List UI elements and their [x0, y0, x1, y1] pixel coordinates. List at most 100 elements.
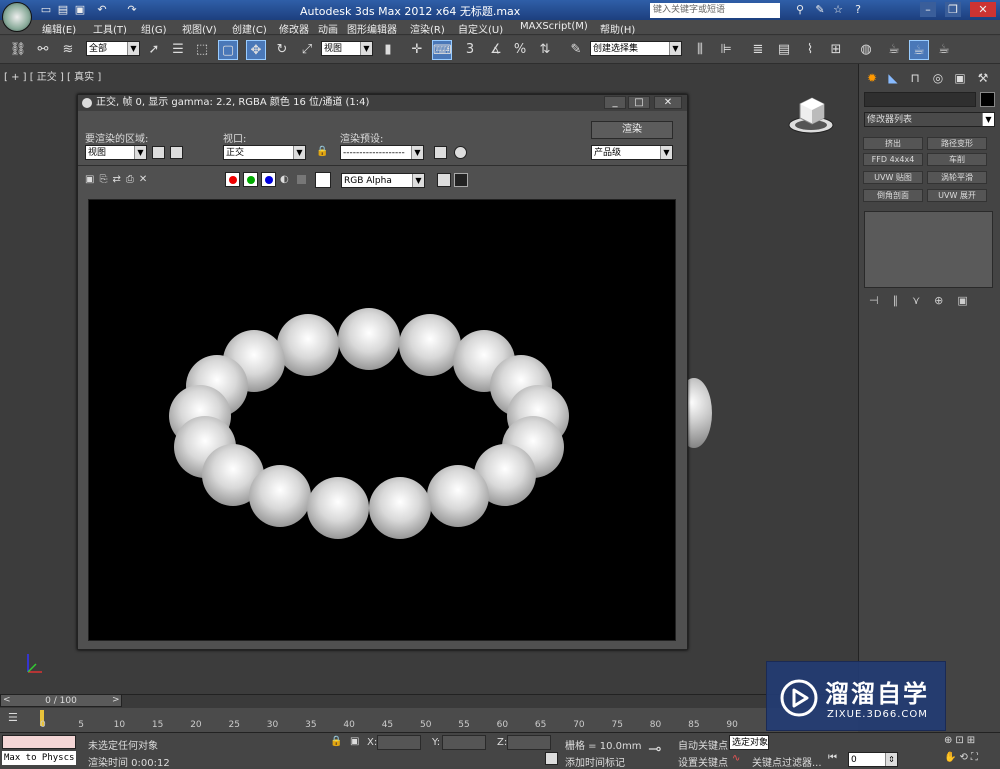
rect-selection-icon[interactable]: ⬚	[192, 40, 212, 60]
selection-filter-dropdown[interactable]: 全部 ▼	[86, 41, 140, 56]
render-close-button[interactable]: ✕	[654, 96, 682, 109]
menu-maxscript[interactable]: MAXScript(M)	[520, 21, 588, 32]
material-editor-icon[interactable]: ◍	[856, 40, 876, 60]
object-name-field[interactable]	[864, 92, 976, 107]
menu-views[interactable]: 视图(V)	[182, 21, 217, 36]
edit-named-selection-icon[interactable]: ✎	[566, 40, 586, 60]
menu-group[interactable]: 组(G)	[141, 21, 167, 36]
track-bar[interactable]: ☰ 0 5 10 15 20 25 30 35 40 45 50 55 60 65 70 75 80 85 90	[0, 708, 858, 732]
percent-snap-icon[interactable]: %	[510, 40, 530, 60]
auto-key-button[interactable]: 自动关键点	[678, 737, 728, 752]
menu-rendering[interactable]: 渲染(R)	[410, 21, 445, 36]
hierarchy-tab-icon[interactable]: ⊓	[906, 70, 924, 86]
render-preset-dropdown[interactable]: ------------------- ▼	[340, 145, 424, 160]
named-selection-dropdown[interactable]: 创建选择集 ▼	[590, 41, 682, 56]
red-channel-button[interactable]	[225, 172, 240, 187]
channel-display-dropdown[interactable]: RGB Alpha ▼	[341, 173, 425, 188]
modifier-ffd-button[interactable]: FFD 4x4x4	[863, 153, 923, 166]
time-slider[interactable]	[0, 694, 858, 708]
move-icon[interactable]: ✥	[246, 40, 266, 60]
display-tab-icon[interactable]: ▣	[951, 70, 969, 86]
modifier-unwrap-uvw-button[interactable]: UVW 展开	[927, 189, 987, 202]
render-setup-icon[interactable]	[434, 146, 447, 159]
modifier-turbosmooth-button[interactable]: 涡轮平滑	[927, 171, 987, 184]
mini-curve-editor-icon[interactable]: ☰	[8, 711, 24, 725]
help-icon[interactable]: ?	[850, 2, 866, 17]
save-icon[interactable]: ▣	[72, 2, 88, 17]
time-config-icon[interactable]: ⏮	[828, 752, 837, 763]
binoculars-icon[interactable]: ⚲	[792, 2, 808, 17]
auto-region-icon[interactable]	[170, 146, 183, 159]
next-frame-icon[interactable]: >	[112, 695, 120, 705]
stack-tools-icon[interactable]: ⊣∥⋎⊕▣	[869, 294, 982, 307]
time-slider-thumb[interactable]: 0 / 100	[0, 694, 122, 707]
search-input[interactable]: 键入关键字或短语	[650, 3, 780, 18]
absolute-mode-icon[interactable]: ▣	[350, 736, 359, 747]
pivot-icon[interactable]: ▮	[378, 40, 398, 60]
viewcube-icon[interactable]	[786, 92, 836, 134]
minimize-button[interactable]: –	[920, 2, 936, 17]
monochrome-icon[interactable]	[297, 175, 306, 184]
reference-coord-dropdown[interactable]: 视图 ▼	[321, 41, 373, 56]
menu-edit[interactable]: 编辑(E)	[42, 21, 76, 36]
maxscript-mini-listener[interactable]: Max to Physcs (	[2, 751, 76, 765]
spinner-snap-icon[interactable]: ⇅	[535, 40, 555, 60]
curve-editor-icon[interactable]: ⌇	[800, 40, 820, 60]
object-color-swatch[interactable]	[980, 92, 995, 107]
modify-tab-icon[interactable]: ◣	[884, 70, 902, 86]
modifier-uvw-map-button[interactable]: UVW 贴图	[863, 171, 923, 184]
menu-customize[interactable]: 自定义(U)	[458, 21, 503, 36]
scale-icon[interactable]: ⤢	[297, 40, 317, 60]
window-crossing-icon[interactable]: ▢	[218, 40, 238, 60]
select-icon[interactable]: ➚	[144, 40, 164, 60]
toggle-ui-icon[interactable]	[437, 173, 451, 187]
restore-button[interactable]: ❐	[945, 2, 961, 17]
open-file-icon[interactable]: ▤	[55, 2, 71, 17]
render-quality-dropdown[interactable]: 产品级 ▼	[591, 145, 673, 160]
selection-lock-icon[interactable]: 🔒	[330, 736, 342, 747]
modifier-path-deform-button[interactable]: 路径变形	[927, 137, 987, 150]
render-production-icon[interactable]: ☕	[934, 40, 954, 60]
add-time-tag[interactable]: 添加时间标记	[565, 754, 625, 769]
redo-icon[interactable]: ↷	[124, 2, 140, 17]
close-button[interactable]: ✕	[970, 2, 996, 17]
angle-snap-icon[interactable]: ∡	[486, 40, 506, 60]
modifier-lathe-button[interactable]: 车削	[927, 153, 987, 166]
prev-frame-icon[interactable]: <	[3, 695, 11, 705]
menu-animation[interactable]: 动画	[318, 21, 338, 36]
rendered-frame-icon[interactable]: ☕	[909, 40, 929, 60]
create-tab-icon[interactable]: ✹	[863, 70, 881, 86]
align-icon[interactable]: ⊫	[716, 40, 736, 60]
save-clone-tools-icon[interactable]: ▣⎘⇄⎙✕	[85, 174, 152, 185]
menu-create[interactable]: 创建(C)	[232, 21, 267, 36]
utilities-tab-icon[interactable]: ⚒	[974, 70, 992, 86]
bind-spacewarp-icon[interactable]: ≋	[58, 40, 78, 60]
modifier-list-dropdown[interactable]: 修改器列表 ▼	[864, 112, 995, 127]
menu-help[interactable]: 帮助(H)	[600, 21, 635, 36]
schematic-view-icon[interactable]: ⊞	[826, 40, 846, 60]
modifier-stack[interactable]	[864, 211, 993, 288]
modifier-extrude-button[interactable]: 挤出	[863, 137, 923, 150]
undo-icon[interactable]: ↶	[94, 2, 110, 17]
render-minimize-button[interactable]: _	[604, 96, 626, 109]
viewport-label[interactable]: [ + ] [ 正交 ] [ 真实 ]	[4, 68, 101, 83]
edit-region-icon[interactable]	[152, 146, 165, 159]
keyboard-shortcut-icon[interactable]: ⌨	[432, 40, 452, 60]
render-maximize-button[interactable]: □	[628, 96, 650, 109]
menu-tools[interactable]: 工具(T)	[93, 21, 127, 36]
environment-icon[interactable]	[454, 146, 467, 159]
mirror-icon[interactable]: ⫼	[690, 40, 710, 60]
green-channel-button[interactable]	[243, 172, 258, 187]
time-tag-icon[interactable]	[545, 752, 558, 765]
menu-graph-editors[interactable]: 图形编辑器	[347, 21, 397, 36]
select-manipulate-icon[interactable]: ✛	[407, 40, 427, 60]
key-set-dropdown[interactable]: 选定对象	[729, 735, 769, 750]
select-by-name-icon[interactable]: ☰	[168, 40, 188, 60]
graphite-icon[interactable]: ▤	[774, 40, 794, 60]
link-icon[interactable]: ⛓	[8, 40, 28, 60]
modifier-bevel-profile-button[interactable]: 倒角剖面	[863, 189, 923, 202]
lock-icon[interactable]: 🔒	[316, 146, 328, 157]
unlink-icon[interactable]: ⚯	[33, 40, 53, 60]
viewport-dropdown[interactable]: 正交 ▼	[223, 145, 306, 160]
alpha-channel-icon[interactable]: ◐	[280, 174, 289, 185]
